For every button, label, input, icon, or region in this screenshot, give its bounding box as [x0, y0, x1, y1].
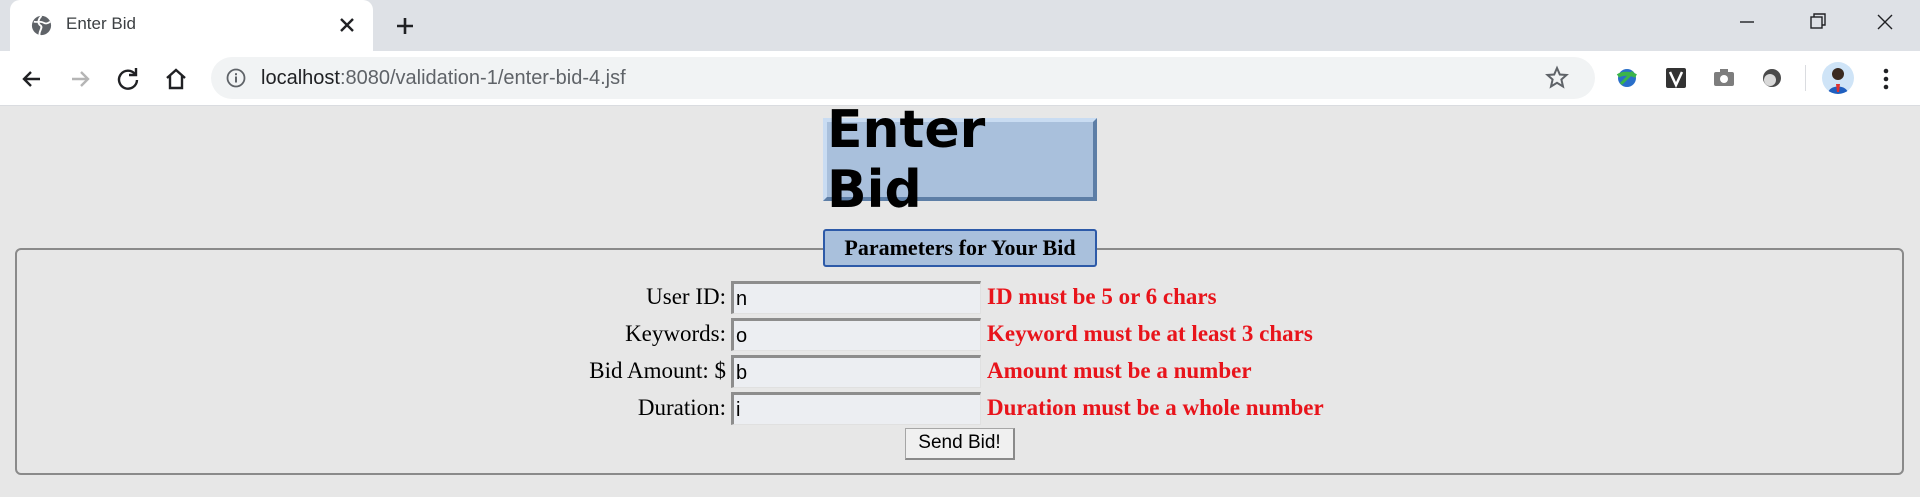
info-icon[interactable] [226, 68, 246, 88]
minimize-icon[interactable] [1727, 8, 1767, 36]
address-bar[interactable]: localhost:8080/validation-1/enter-bid-4.… [211, 57, 1595, 99]
duration-error: Duration must be a whole number [987, 395, 1324, 420]
form-row-keywords: Keywords: o Keyword must be at least 3 c… [0, 318, 1920, 351]
close-icon[interactable] [335, 13, 359, 37]
user-id-input[interactable]: n [731, 281, 981, 314]
url-host: localhost [261, 67, 340, 89]
window-close-icon[interactable] [1865, 8, 1905, 36]
browser-toolbar: localhost:8080/validation-1/enter-bid-4.… [0, 51, 1920, 106]
back-arrow-icon[interactable] [16, 63, 48, 95]
page-title-banner: Enter Bid [823, 100, 1097, 220]
duration-label: Duration: [637, 395, 726, 420]
bookmark-star-icon[interactable] [1543, 64, 1571, 92]
user-id-error: ID must be 5 or 6 chars [987, 284, 1217, 309]
keywords-error: Keyword must be at least 3 chars [987, 321, 1313, 346]
tab-title: Enter Bid [66, 14, 136, 33]
restore-icon[interactable] [1797, 8, 1837, 36]
duration-input[interactable]: i [731, 392, 981, 425]
user-id-label: User ID: [646, 284, 726, 309]
page-title: Enter Bid [827, 99, 986, 220]
keywords-label: Keywords: [625, 321, 726, 346]
new-tab-icon[interactable] [389, 12, 421, 40]
browser-tab[interactable]: Enter Bid [10, 0, 373, 51]
send-bid-button[interactable]: Send Bid! [905, 428, 1015, 460]
fieldset-legend: Parameters for Your Bid [823, 229, 1097, 267]
toolbar-separator [1805, 65, 1806, 91]
globe-icon [31, 15, 52, 36]
extension-globe-icon[interactable] [1612, 63, 1642, 93]
tab-strip: Enter Bid [0, 0, 1920, 51]
form-row-duration: Duration: i Duration must be a whole num… [0, 392, 1920, 425]
form-row-user-id: User ID: n ID must be 5 or 6 chars [0, 281, 1920, 314]
keywords-input[interactable]: o [731, 318, 981, 351]
form-row-bid-amount: Bid Amount: $ b Amount must be a number [0, 355, 1920, 388]
url-path: :8080/validation-1/enter-bid-4.jsf [339, 67, 626, 89]
extension-circle-icon[interactable] [1757, 63, 1787, 93]
bid-amount-input[interactable]: b [731, 355, 981, 388]
camera-icon[interactable] [1709, 63, 1739, 93]
kebab-menu-icon[interactable] [1872, 63, 1900, 95]
reload-icon[interactable] [112, 63, 144, 95]
extension-v-icon[interactable] [1661, 63, 1691, 93]
forward-arrow-icon[interactable] [64, 63, 96, 95]
bid-amount-label: Bid Amount: $ [589, 358, 726, 383]
avatar[interactable] [1822, 62, 1854, 94]
url-text[interactable]: localhost:8080/validation-1/enter-bid-4.… [261, 67, 626, 90]
user-avatar-icon [1828, 68, 1848, 94]
home-icon[interactable] [160, 63, 192, 95]
bid-amount-error: Amount must be a number [987, 358, 1252, 383]
